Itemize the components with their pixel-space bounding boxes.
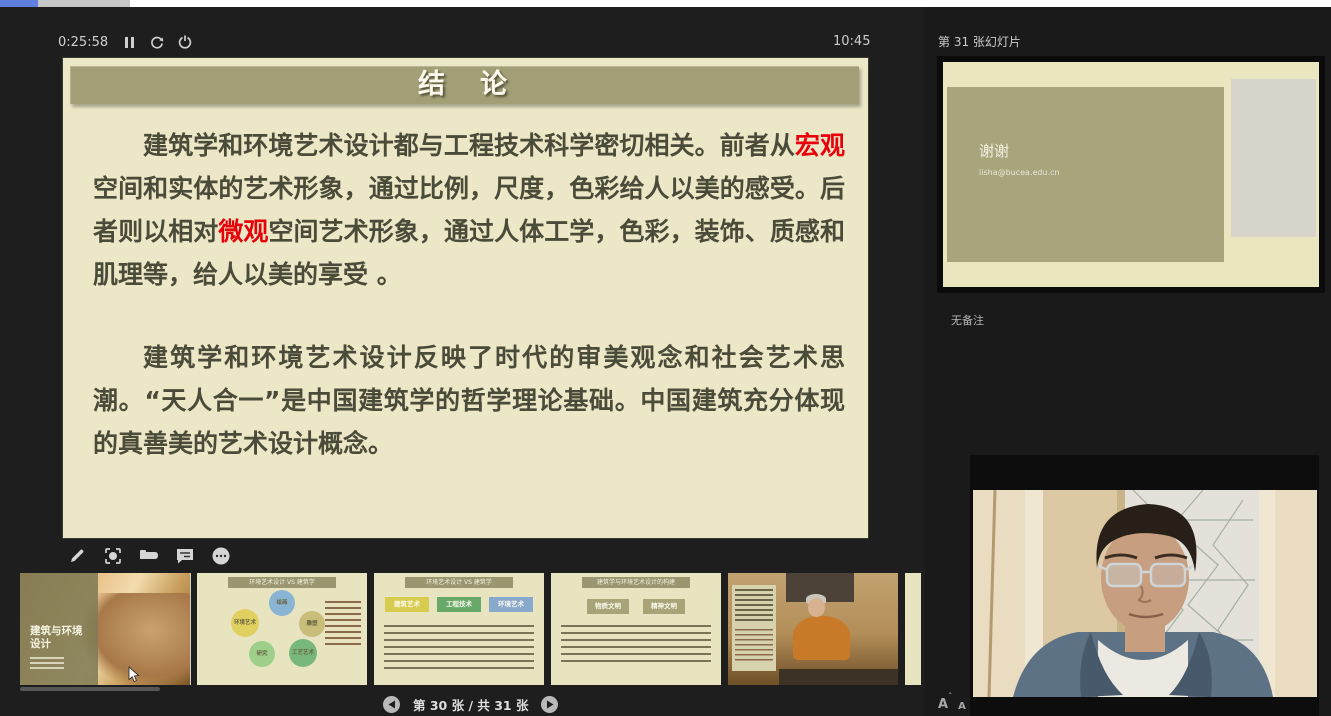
slide-canvas[interactable]: 结 论 建筑学和环境艺术设计都与工程技术科学密切相关。前者从宏观空间和实体的艺术… — [63, 58, 868, 538]
font-increase-button[interactable]: A — [938, 697, 948, 712]
bubble-research: 研究 — [249, 641, 275, 667]
preview-title: 谢谢 — [979, 140, 1009, 161]
window-top-strip — [0, 0, 1331, 7]
annotation-toolbar — [66, 545, 232, 567]
thumbnail-subtitle-lines — [30, 657, 64, 671]
red-highlight-macro: 宏观 — [795, 131, 845, 160]
scholar-robe — [793, 616, 851, 661]
mouse-cursor — [128, 666, 142, 688]
preview-gray-panel — [1231, 79, 1316, 237]
next-slide-preview[interactable]: 谢谢 lisha@bucea.edu.cn — [937, 56, 1325, 293]
elapsed-timer: 0:25:58 — [58, 35, 108, 50]
restart-icon[interactable] — [150, 35, 164, 49]
camera-icon[interactable] — [138, 545, 160, 567]
pen-icon[interactable] — [66, 545, 88, 567]
slide-title-banner: 结 论 — [70, 66, 859, 104]
next-slide-button[interactable] — [541, 696, 558, 713]
thumbnail-header: 环境艺术设计 VS 建筑学 — [405, 577, 514, 588]
bubble-painting: 绘画 — [269, 590, 295, 616]
pause-icon[interactable] — [122, 35, 136, 49]
thumbnail-slide-3[interactable]: 环境艺术设计 VS 建筑学 建筑艺术 工程技术 环境艺术 — [374, 573, 544, 685]
preview-email: lisha@bucea.edu.cn — [979, 168, 1060, 177]
slide-title: 结 论 — [70, 66, 859, 104]
thumbnail-strip: 建筑与环境 设计 环境艺术设计 VS 建筑学 绘画 环境艺术 雕塑 研究 工艺艺… — [20, 573, 921, 685]
font-decrease-button[interactable]: A — [958, 701, 966, 712]
thumbnail-text-lines — [325, 601, 361, 649]
window-strip-gray — [38, 0, 130, 7]
laser-pointer-icon[interactable] — [102, 545, 124, 567]
slide-position-label: 第 30 张 / 共 31 张 — [413, 695, 528, 714]
thumbnail-slide-1[interactable]: 建筑与环境 设计 — [20, 573, 190, 685]
thumbnail-title: 建筑与环境 设计 — [30, 625, 92, 651]
comments-icon[interactable] — [174, 545, 196, 567]
thumbnail-text-lines — [384, 625, 534, 669]
presenter-timer-bar: 0:25:58 — [58, 33, 192, 51]
thumbnail-slide-2[interactable]: 环境艺术设计 VS 建筑学 绘画 环境艺术 雕塑 研究 工艺艺术 — [197, 573, 367, 685]
thumbnail-slide-6[interactable] — [905, 573, 921, 685]
box-architecture-art: 建筑艺术 — [385, 597, 429, 612]
thumbnail-slide-4[interactable]: 建筑学与环境艺术设计的构建 物质文明 精神文明 — [551, 573, 721, 685]
box-environment-art: 环境艺术 — [489, 597, 533, 612]
desk — [779, 669, 898, 685]
window-strip-blue — [0, 0, 38, 7]
bubble-environment-art: 环境艺术 — [231, 609, 259, 637]
preview-slide-canvas: 谢谢 lisha@bucea.edu.cn — [943, 62, 1319, 287]
red-highlight-micro: 微观 — [218, 217, 268, 246]
box-engineering: 工程技术 — [437, 597, 481, 612]
bubble-crafts: 工艺艺术 — [289, 639, 317, 667]
box-material-civilization: 物质文明 — [587, 599, 629, 614]
current-time: 10:45 — [833, 34, 870, 49]
more-icon[interactable] — [210, 545, 232, 567]
slide-navigation: 第 30 张 / 共 31 张 — [383, 695, 558, 714]
slide-paragraph-2: 建筑学和环境艺术设计反映了时代的审美观念和社会艺术思潮。“天人合一”是中国建筑学… — [93, 336, 845, 465]
thumbnail-header: 建筑学与环境艺术设计的构建 — [582, 577, 691, 588]
thumbnail-text-lines — [561, 625, 711, 665]
slide-paragraph-1: 建筑学和环境艺术设计都与工程技术科学密切相关。前者从宏观空间和实体的艺术形象，通… — [93, 124, 845, 296]
box-spiritual-civilization: 精神文明 — [643, 599, 685, 614]
notes-font-controls: A A — [938, 697, 966, 712]
thumbnail-slide-5[interactable] — [728, 573, 898, 685]
end-show-icon[interactable] — [178, 35, 192, 49]
previous-slide-button[interactable] — [383, 696, 400, 713]
bubble-sculpture: 雕塑 — [299, 611, 325, 637]
thumbnail-header: 环境艺术设计 VS 建筑学 — [228, 577, 337, 588]
text-run: 建筑学和环境艺术设计都与工程技术科学密切相关。前者从 — [143, 131, 795, 160]
scholar-head — [808, 598, 825, 617]
quote-box — [732, 585, 776, 671]
webcam-video — [970, 455, 1319, 716]
notes-label: 无备注 — [951, 312, 984, 328]
next-slide-header: 第 31 张幻灯片 — [938, 33, 1021, 50]
slide-body: 建筑学和环境艺术设计都与工程技术科学密切相关。前者从宏观空间和实体的艺术形象，通… — [93, 124, 845, 465]
